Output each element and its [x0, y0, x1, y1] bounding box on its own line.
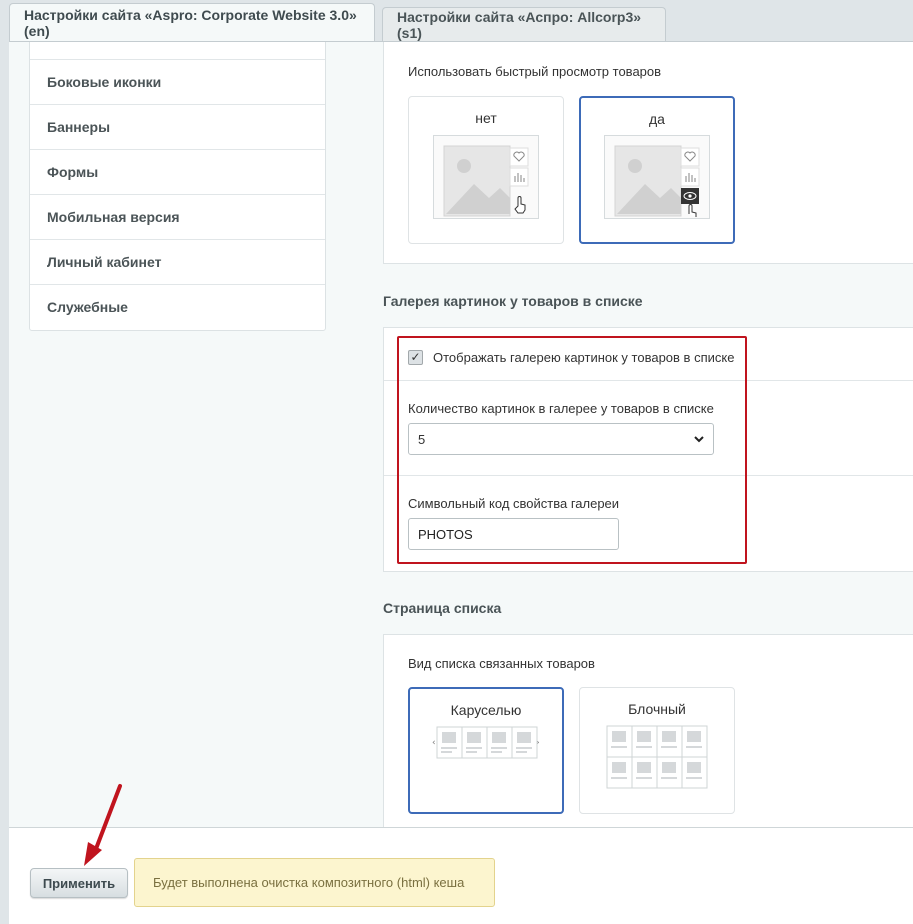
- tab-allcorp3[interactable]: Настройки сайта «Аспро: Allcorp3» (s1): [382, 7, 666, 41]
- product-preview-image: [604, 135, 710, 219]
- settings-sidebar: Боковые иконки Баннеры Формы Мобильная в…: [29, 42, 326, 331]
- svg-text:‹: ‹: [432, 738, 436, 748]
- option-title: нет: [475, 110, 497, 126]
- quick-view-option-no[interactable]: нет: [408, 96, 564, 244]
- sidebar-item-mobile[interactable]: Мобильная версия: [30, 194, 325, 239]
- list-view-option-block[interactable]: Блочный: [579, 687, 735, 814]
- apply-button[interactable]: Применить: [30, 868, 128, 898]
- option-title: да: [649, 111, 665, 127]
- list-view-label: Вид списка связанных товаров: [408, 656, 595, 671]
- settings-content: Боковые иконки Баннеры Формы Мобильная в…: [9, 41, 913, 827]
- option-title: Каруселью: [450, 702, 522, 718]
- quick-view-option-yes[interactable]: да: [579, 96, 735, 244]
- option-title: Блочный: [628, 701, 686, 717]
- sidebar-item-forms[interactable]: Формы: [30, 149, 325, 194]
- tab-bar: Настройки сайта «Aspro: Corporate Websit…: [0, 0, 913, 42]
- sidebar-item-banners[interactable]: Баннеры: [30, 104, 325, 149]
- block-preview-image: [606, 725, 708, 789]
- gallery-section-title: Галерея картинок у товаров в списке: [383, 293, 643, 309]
- quick-view-card: Использовать быстрый просмотр товаров не…: [383, 42, 913, 264]
- tab-corporate-website[interactable]: Настройки сайта «Aspro: Corporate Websit…: [9, 3, 375, 41]
- carousel-preview-image: ‹ ›: [432, 726, 540, 759]
- sidebar-item-account[interactable]: Личный кабинет: [30, 239, 325, 284]
- quick-view-label: Использовать быстрый просмотр товаров: [408, 64, 662, 79]
- arrow-annotation-icon: [84, 784, 122, 866]
- sidebar-item-service[interactable]: Служебные: [30, 284, 325, 329]
- list-view-option-carousel[interactable]: Каруселью ‹ ›: [408, 687, 564, 814]
- highlight-frame: [397, 336, 747, 564]
- product-preview-image: [433, 135, 539, 219]
- list-page-section-title: Страница списка: [383, 600, 502, 616]
- cache-notice: Будет выполнена очистка композитного (ht…: [134, 858, 495, 907]
- footer-bar: Применить Будет выполнена очистка композ…: [9, 827, 913, 924]
- list-page-card: Вид списка связанных товаров Каруселью ‹…: [383, 634, 913, 827]
- sidebar-item-side-icons[interactable]: Боковые иконки: [30, 59, 325, 104]
